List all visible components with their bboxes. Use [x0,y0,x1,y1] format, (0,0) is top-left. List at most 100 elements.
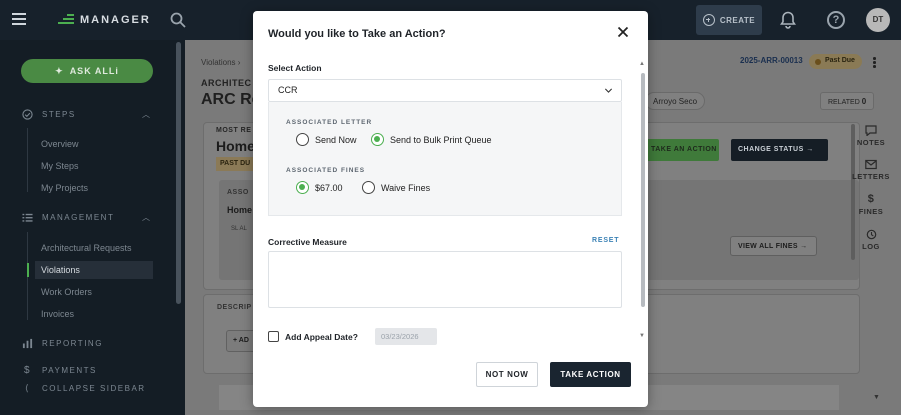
help-icon[interactable]: ? [827,11,845,29]
radio-fine-amount[interactable]: $67.00 [296,181,343,194]
rail-log[interactable]: LOG [841,229,901,251]
rail-label: NOTES [856,138,886,147]
chevron-up-icon: ︿ [142,110,152,119]
logo-mark-icon [58,14,74,26]
violation-heading: Home [216,138,255,154]
sidebar-section-label: MANAGEMENT [42,213,115,222]
radio-circle [362,181,375,194]
create-button[interactable]: CREATE [696,5,762,35]
associated-fines-label: ASSOCIATED FINES [286,167,366,174]
rail-notes[interactable]: NOTES [841,125,901,147]
radio-waive-fines[interactable]: Waive Fines [362,181,430,194]
radio-label: Send to Bulk Print Queue [390,134,492,145]
sidebar-section-label: STEPS [42,110,76,119]
chart-icon [22,338,33,349]
app-logo[interactable]: MANAGER [58,12,151,28]
radio-bulk-print-queue[interactable]: Send to Bulk Print Queue [371,133,492,146]
dollar-icon: $ [23,365,32,376]
chevron-down-icon [604,88,613,93]
scroll-down-icon[interactable]: ▼ [639,333,645,339]
status-dot [815,58,821,65]
appeal-date-checkbox[interactable]: Add Appeal Date? [268,331,358,342]
change-status-label: CHANGE STATUS [738,146,804,153]
associated-letter-label: ASSOCIATED LETTER [286,119,373,126]
related-count: 0 [861,97,867,106]
page-title: ARC Re [201,91,261,108]
search-icon[interactable] [170,12,186,28]
associated-meta: SL AL [231,226,247,232]
collapse-sidebar-button[interactable]: ⟨ COLLAPSE SIDEBAR [22,383,146,394]
arrow-right-icon: → [800,243,808,250]
section-label: ARCHITEC [201,78,252,88]
action-options-panel: ASSOCIATED LETTER Send Now Send to Bulk … [268,102,622,216]
tree-line [27,128,28,192]
list-icon [22,213,33,222]
sidebar-item-architectural-requests[interactable]: Architectural Requests [41,243,132,253]
corrective-measure-textarea[interactable] [268,251,622,308]
sidebar-item-violations[interactable]: Violations [27,261,153,279]
view-all-fines-button[interactable]: VIEW ALL FINES → [730,236,817,256]
sidebar-section-payments[interactable]: $ PAYMENTS [22,365,97,376]
modal-title: Would you like to Take an Action? [268,28,446,40]
collapse-sidebar-label: COLLAPSE SIDEBAR [42,384,146,393]
radio-label: Send Now [315,134,357,145]
related-label: RELATED [828,99,860,106]
scroll-down-icon[interactable]: ▼ [873,394,880,401]
chevron-up-icon: ︿ [142,213,152,222]
radio-circle [371,133,384,146]
select-action-dropdown[interactable]: CCR [268,79,622,102]
more-options-icon[interactable] [873,57,876,69]
view-all-fines-label: VIEW ALL FINES [738,243,798,250]
sidebar-item-my-steps[interactable]: My Steps [41,161,79,171]
take-action-modal: Would you like to Take an Action? Select… [253,11,648,407]
select-action-value: CCR [278,85,298,95]
corrective-measure-label: Corrective Measure [268,237,347,247]
take-an-action-button[interactable]: TAKE AN ACTION [643,139,719,161]
status-badge: Past Due [809,54,862,69]
sidebar: ✦ ASK ALLi STEPS ︿ Overview My Steps My … [0,40,185,415]
appeal-date-label: Add Appeal Date? [285,331,358,342]
ask-alli-label: ASK ALLi [69,66,119,76]
radio-circle [296,133,309,146]
appeal-date-input[interactable]: 03/23/2026 [375,328,437,345]
sidebar-section-label: REPORTING [42,339,103,348]
associated-label: ASSO [227,189,249,196]
radio-label: $67.00 [315,182,343,193]
most-recent-label: MOST RE [216,127,252,134]
status-badge-label: Past Due [825,57,855,64]
rail-label: LETTERS [852,172,890,181]
menu-icon[interactable] [12,13,26,25]
sidebar-item-overview[interactable]: Overview [41,139,79,149]
mail-icon [865,159,877,170]
rail-letters[interactable]: LETTERS [841,159,901,181]
sidebar-section-reporting[interactable]: REPORTING [22,338,103,349]
radio-send-now[interactable]: Send Now [296,133,357,146]
sidebar-item-work-orders[interactable]: Work Orders [41,287,92,297]
change-status-button[interactable]: CHANGE STATUS → [731,139,828,161]
rail-label: LOG [862,242,880,251]
plus-circle-icon [702,14,715,26]
related-badge[interactable]: RELATED 0 [820,92,875,110]
ask-alli-button[interactable]: ✦ ASK ALLi [21,59,153,83]
radio-circle [296,181,309,194]
close-icon[interactable] [615,24,631,40]
scroll-up-icon[interactable]: ▲ [639,61,645,67]
location-chip: Arroyo Seco [645,92,706,110]
rail-label: FINES [858,207,884,216]
take-action-button[interactable]: TAKE ACTION [550,362,631,387]
not-now-button[interactable]: NOT NOW [476,362,538,387]
breadcrumb[interactable]: Violations › [201,58,240,67]
reset-button[interactable]: RESET [592,237,619,244]
sidebar-item-invoices[interactable]: Invoices [41,309,74,319]
sidebar-section-steps[interactable]: STEPS ︿ [22,109,150,120]
sidebar-item-my-projects[interactable]: My Projects [41,183,88,193]
modal-scrollbar[interactable] [641,73,645,307]
sidebar-section-label: PAYMENTS [42,366,97,375]
sidebar-scrollbar[interactable] [176,42,181,304]
bell-icon[interactable] [780,11,796,29]
rail-fines[interactable]: $ FINES [841,194,901,217]
checkbox-box [268,331,279,342]
sidebar-section-management[interactable]: MANAGEMENT ︿ [22,212,150,223]
avatar[interactable]: DT [866,8,890,32]
history-icon [866,229,877,240]
